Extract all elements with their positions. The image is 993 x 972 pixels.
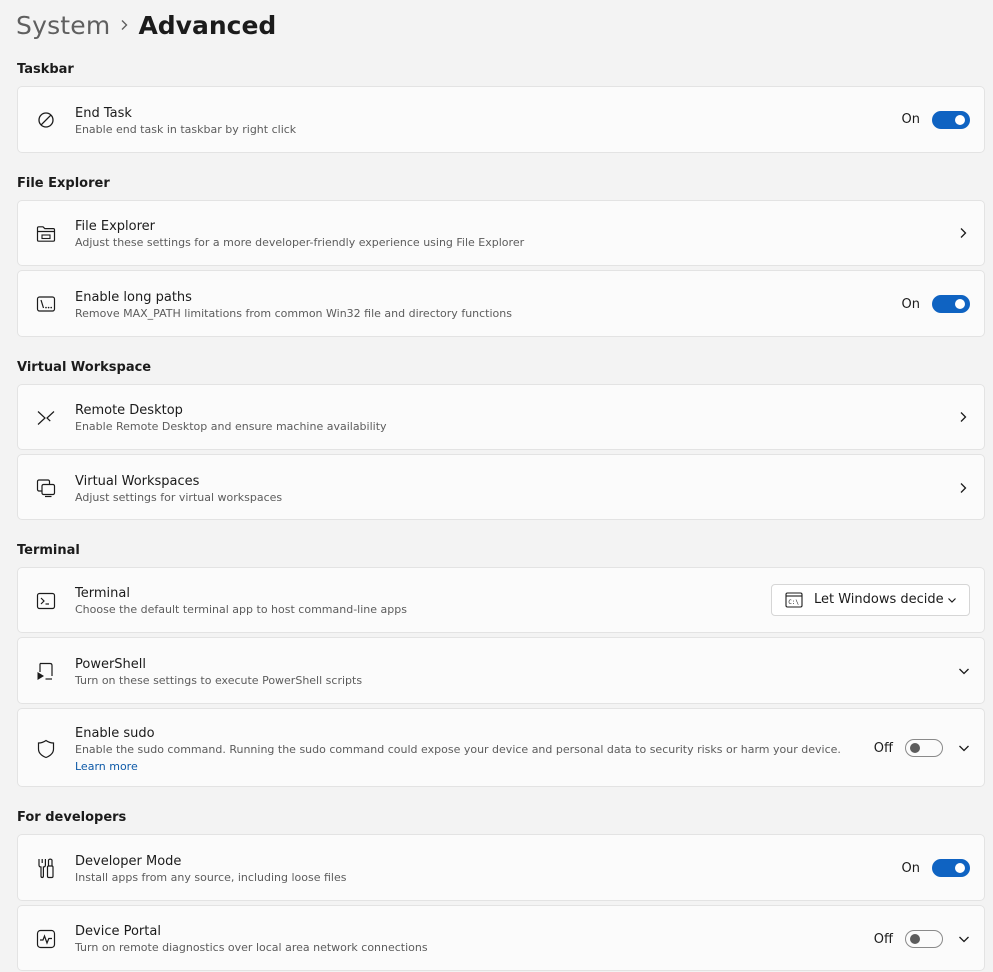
- folder-icon: [35, 223, 57, 245]
- breadcrumb: System Advanced: [16, 6, 276, 44]
- toggle-state-label: On: [901, 861, 920, 876]
- setting-description: Install apps from any source, including …: [75, 871, 347, 884]
- setting-remote-desktop[interactable]: Remote Desktop Enable Remote Desktop and…: [17, 384, 985, 450]
- developer-mode-toggle[interactable]: [932, 859, 970, 877]
- setting-title: Remote Desktop: [75, 403, 183, 418]
- shield-icon: [35, 738, 57, 760]
- end-task-toggle[interactable]: [932, 111, 970, 129]
- setting-end-task: End Task Enable end task in taskbar by r…: [17, 86, 985, 153]
- chevron-down-icon: [946, 594, 958, 606]
- terminal-icon: [35, 590, 57, 612]
- command-prompt-icon: C:\: [785, 592, 803, 608]
- long-paths-toggle[interactable]: [932, 295, 970, 313]
- page-title: Advanced: [138, 10, 277, 40]
- setting-title: Virtual Workspaces: [75, 474, 200, 489]
- virtual-workspaces-icon: [35, 477, 57, 499]
- toggle-state-label: On: [901, 112, 920, 127]
- setting-title: File Explorer: [75, 219, 156, 234]
- toggle-state-label: On: [901, 297, 920, 312]
- chevron-right-icon: [110, 6, 138, 44]
- setting-title: Enable sudo: [75, 726, 155, 741]
- toggle-state-label: Off: [873, 932, 893, 947]
- setting-description: Choose the default terminal app to host …: [75, 603, 407, 616]
- setting-device-portal: Device Portal Turn on remote diagnostics…: [17, 905, 985, 971]
- setting-title: Device Portal: [75, 924, 161, 939]
- setting-terminal: Terminal Choose the default terminal app…: [17, 567, 985, 633]
- dropdown-selected-value: Let Windows decide: [814, 592, 944, 607]
- setting-description: Adjust settings for virtual workspaces: [75, 491, 283, 504]
- setting-powershell[interactable]: PowerShell Turn on these settings to exe…: [17, 637, 985, 704]
- setting-virtual-workspaces[interactable]: Virtual Workspaces Adjust settings for v…: [17, 454, 985, 520]
- setting-description: Turn on these settings to execute PowerS…: [75, 674, 363, 687]
- section-title-for-developers: For developers: [17, 810, 127, 825]
- chevron-right-icon: [956, 226, 970, 240]
- setting-description: Remove MAX_PATH limitations from common …: [75, 307, 512, 320]
- chevron-right-icon: [956, 410, 970, 424]
- section-title-taskbar: Taskbar: [17, 62, 74, 77]
- pulse-icon: [35, 928, 57, 950]
- setting-title: Developer Mode: [75, 854, 182, 869]
- setting-title: Enable long paths: [75, 290, 192, 305]
- setting-long-paths: Enable long paths Remove MAX_PATH limita…: [17, 270, 985, 337]
- developer-tools-icon: [35, 857, 57, 879]
- chevron-down-icon: [957, 664, 971, 678]
- learn-more-link[interactable]: Learn more: [75, 759, 841, 774]
- setting-developer-mode: Developer Mode Install apps from any sou…: [17, 834, 985, 901]
- setting-description: Adjust these settings for a more develop…: [75, 236, 525, 249]
- setting-description: Turn on remote diagnostics over local ar…: [75, 941, 428, 954]
- setting-title: End Task: [75, 106, 132, 121]
- terminal-app-dropdown[interactable]: C:\ Let Windows decide: [771, 584, 970, 616]
- setting-title: PowerShell: [75, 657, 147, 672]
- section-title-terminal: Terminal: [17, 543, 80, 558]
- setting-description: Enable Remote Desktop and ensure machine…: [75, 420, 387, 433]
- chevron-down-icon[interactable]: [957, 741, 971, 755]
- setting-enable-sudo: Enable sudo Enable the sudo command. Run…: [17, 708, 985, 787]
- settings-page: System Advanced Taskbar End Task Enable …: [0, 0, 993, 972]
- setting-description: Enable end task in taskbar by right clic…: [75, 123, 297, 136]
- path-icon: [35, 293, 57, 315]
- remote-desktop-icon: [35, 407, 57, 429]
- svg-text:C:\: C:\: [788, 599, 799, 606]
- device-portal-toggle[interactable]: [905, 930, 943, 948]
- breadcrumb-system[interactable]: System: [16, 11, 110, 40]
- section-title-file-explorer: File Explorer: [17, 176, 110, 191]
- powershell-icon: [35, 661, 57, 683]
- setting-title: Terminal: [75, 586, 130, 601]
- section-title-virtual-workspace: Virtual Workspace: [17, 360, 152, 375]
- chevron-down-icon[interactable]: [957, 932, 971, 946]
- enable-sudo-toggle[interactable]: [905, 739, 943, 757]
- toggle-state-label: Off: [873, 741, 893, 756]
- block-icon: [35, 109, 57, 131]
- chevron-right-icon: [956, 481, 970, 495]
- setting-file-explorer[interactable]: File Explorer Adjust these settings for …: [17, 200, 985, 266]
- setting-description: Enable the sudo command. Running the sud…: [75, 743, 841, 756]
